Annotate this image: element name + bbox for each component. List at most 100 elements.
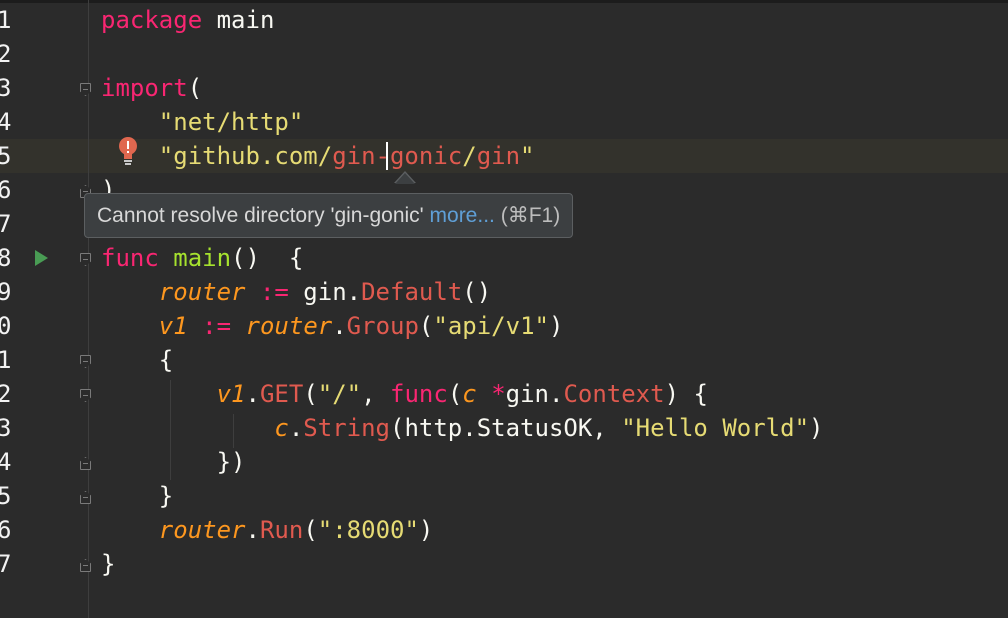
code-token: Run xyxy=(259,516,304,544)
indent-guide xyxy=(170,380,171,480)
code-text[interactable]: c.String(http.StatusOK, "Hello World") xyxy=(101,411,823,445)
code-token: . xyxy=(245,380,260,408)
code-token: ) xyxy=(809,414,824,442)
code-token: main xyxy=(173,244,232,272)
error-tooltip: Cannot resolve directory 'gin-gonic' mor… xyxy=(84,193,574,238)
code-token: }) xyxy=(101,448,246,476)
code-line[interactable]: 3 c.String(http.StatusOK, "Hello World") xyxy=(0,411,1008,445)
code-text[interactable]: package main xyxy=(101,3,274,37)
code-token: } xyxy=(101,482,174,510)
line-number: 7 xyxy=(0,210,12,238)
code-token: "/" xyxy=(317,380,362,408)
code-token: "github.com/ xyxy=(158,142,333,170)
code-token: c xyxy=(274,414,289,442)
line-number: 4 xyxy=(0,448,12,476)
code-line[interactable]: 2 xyxy=(0,37,1008,71)
code-token: ":8000" xyxy=(317,516,419,544)
line-number: 2 xyxy=(0,40,12,68)
code-line[interactable]: 5 "github.com/gin-gonic/gin" xyxy=(0,139,1008,173)
code-token: ) xyxy=(418,516,434,544)
intention-lightbulb-icon[interactable] xyxy=(117,136,139,166)
code-line[interactable]: 7} xyxy=(0,547,1008,581)
code-token: router xyxy=(158,278,246,306)
line-number: 1 xyxy=(0,346,12,374)
code-token: . xyxy=(332,312,347,340)
code-text[interactable]: { xyxy=(101,343,173,377)
run-gutter-icon[interactable] xyxy=(35,250,48,266)
code-token: c xyxy=(462,380,477,408)
line-number: 1 xyxy=(0,6,12,34)
code-token: () { xyxy=(231,244,304,272)
code-line[interactable]: 0 v1 := router.Group("api/v1") xyxy=(0,309,1008,343)
tooltip-message: Cannot resolve directory 'gin-gonic' xyxy=(97,204,430,227)
code-token: v1 xyxy=(216,380,246,408)
code-token: . xyxy=(245,516,260,544)
code-token: ( xyxy=(187,74,203,102)
line-number: 5 xyxy=(0,142,12,170)
code-line[interactable]: 8 func main() { xyxy=(0,241,1008,275)
code-line[interactable]: 9 router := gin.Default() xyxy=(0,275,1008,309)
code-text[interactable]: router.Run(":8000") xyxy=(101,513,434,547)
code-text[interactable]: "net/http" xyxy=(101,105,304,139)
line-number: 2 xyxy=(0,380,12,408)
code-line[interactable]: 4 "net/http" xyxy=(0,105,1008,139)
code-token: router xyxy=(158,516,246,544)
code-token: := xyxy=(202,312,232,340)
code-token: Group xyxy=(346,312,419,340)
code-token: main xyxy=(202,6,275,34)
code-token: Context xyxy=(563,380,665,408)
line-number: 0 xyxy=(0,312,12,340)
code-token: Default xyxy=(361,278,463,306)
code-token: ( xyxy=(418,312,434,340)
code-text[interactable]: }) xyxy=(101,445,246,479)
code-token: import xyxy=(101,74,188,102)
code-line[interactable]: 6 router.Run(":8000") xyxy=(0,513,1008,547)
tooltip-more-link[interactable]: more... xyxy=(430,204,495,227)
code-text[interactable]: } xyxy=(101,479,173,513)
code-token: gin. xyxy=(288,278,362,306)
code-text[interactable]: v1 := router.Group("api/v1") xyxy=(101,309,564,343)
indent-guide xyxy=(233,414,234,448)
code-token: { xyxy=(101,346,174,374)
code-token: gin-gonic xyxy=(332,142,463,170)
code-line[interactable]: 4 }) xyxy=(0,445,1008,479)
code-token: func xyxy=(101,244,159,272)
code-text[interactable]: "github.com/gin-gonic/gin" xyxy=(101,139,535,173)
code-token: / xyxy=(462,142,477,170)
code-text[interactable]: func main() { xyxy=(101,241,303,275)
code-token: gin. xyxy=(505,380,564,408)
line-number: 5 xyxy=(0,482,12,510)
code-token: (http.StatusOK, xyxy=(390,414,622,442)
code-line[interactable]: 3 import( xyxy=(0,71,1008,105)
code-token: "Hello World" xyxy=(621,414,810,442)
code-editor[interactable]: 1 package main 2 3 import(4 "net/http" 5 "git… xyxy=(0,0,1008,618)
code-text[interactable]: } xyxy=(101,547,115,581)
code-line[interactable]: 2 v1.GET("/", func(c *gin.Context) { xyxy=(0,377,1008,411)
code-token: := xyxy=(259,278,289,306)
code-token: package xyxy=(101,6,203,34)
code-token: * xyxy=(491,380,506,408)
code-line[interactable]: 5 } xyxy=(0,479,1008,513)
line-number: 3 xyxy=(0,74,12,102)
code-token: String xyxy=(303,414,390,442)
code-text[interactable]: import( xyxy=(101,71,202,105)
line-number: 6 xyxy=(0,516,12,544)
line-number: 8 xyxy=(0,244,12,272)
code-token: v1 xyxy=(158,312,188,340)
code-token: func xyxy=(390,380,448,408)
code-token: , xyxy=(361,380,391,408)
code-text[interactable]: router := gin.Default() xyxy=(101,275,491,309)
code-line[interactable]: 1 package main xyxy=(0,3,1008,37)
code-text[interactable]: v1.GET("/", func(c *gin.Context) { xyxy=(101,377,708,411)
code-line[interactable]: 1 { xyxy=(0,343,1008,377)
line-number: 3 xyxy=(0,414,12,442)
